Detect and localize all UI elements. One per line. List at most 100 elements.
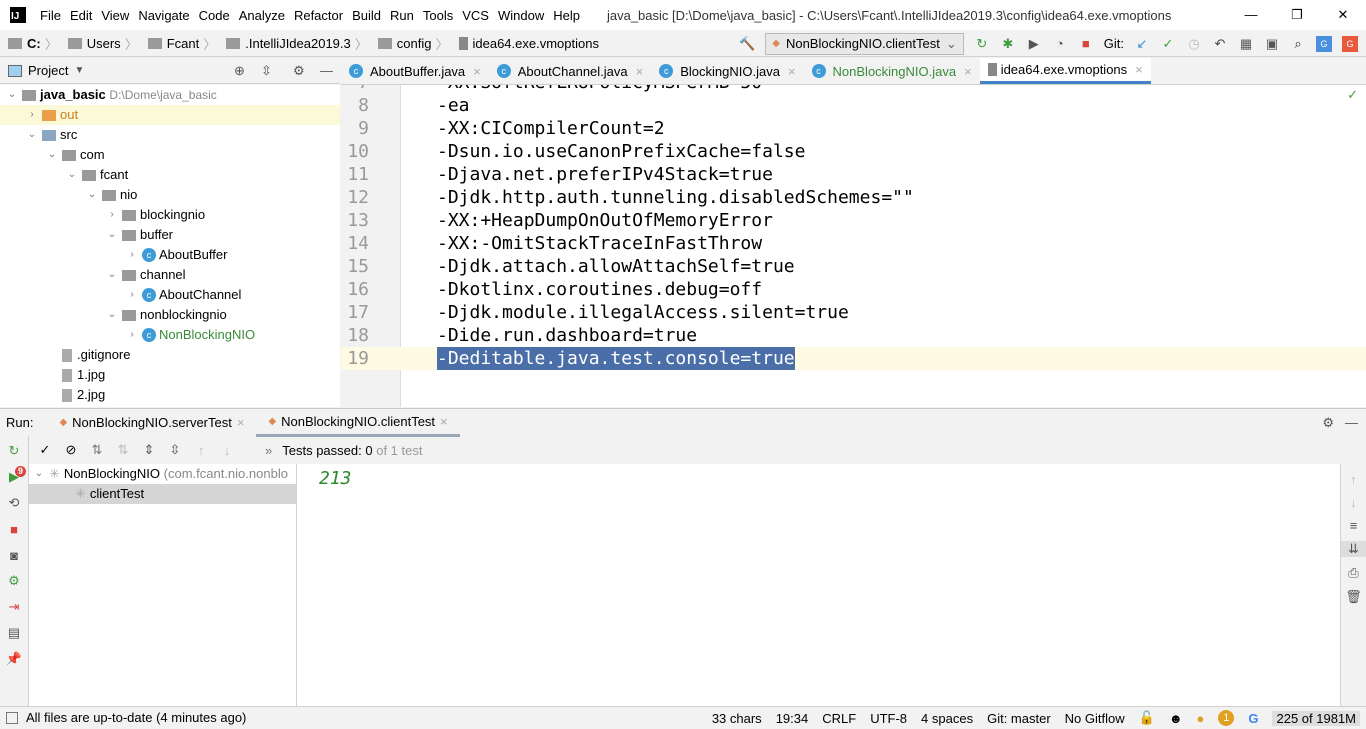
tree-item[interactable]: 2.jpg <box>0 385 340 405</box>
soft-wrap-icon[interactable]: ≡ <box>1341 518 1366 533</box>
caret-position[interactable]: 19:34 <box>776 711 809 726</box>
breadcrumb-item[interactable]: .IntelliJIdea2019.3 〉 <box>226 34 372 53</box>
menu-item-refactor[interactable]: Refactor <box>294 8 343 23</box>
tree-item[interactable]: › c NonBlockingNIO <box>0 325 340 345</box>
previous-icon[interactable]: ↑ <box>193 442 209 458</box>
minimize-button[interactable]: — <box>1228 0 1274 30</box>
run-tab[interactable]: ◆ NonBlockingNIO.serverTest × <box>47 409 256 437</box>
tab-nonblockingnio-java[interactable]: c NonBlockingNIO.java × <box>804 58 980 84</box>
memory-indicator[interactable]: 225 of 1981M <box>1272 710 1360 726</box>
breadcrumb-item[interactable]: config 〉 <box>377 34 453 53</box>
encoding[interactable]: UTF-8 <box>870 711 907 726</box>
project-view-select[interactable]: Project <box>28 63 68 78</box>
menu-item-view[interactable]: View <box>101 8 129 23</box>
run-config-select[interactable]: ◆ NonBlockingNIO.clientTest ⌄ <box>765 32 964 55</box>
rerun-failed-icon[interactable]: ▶ 9 <box>6 466 26 485</box>
print-icon[interactable]: ⎙ <box>1341 565 1366 581</box>
tree-item[interactable]: ⌄ nio <box>0 185 340 205</box>
tree-item[interactable]: ⌄ channel <box>0 265 340 285</box>
test-case[interactable]: ✳ clientTest <box>29 484 296 504</box>
rerun-icon[interactable]: ↻ <box>974 36 990 52</box>
sort-duration-icon[interactable]: ⇅ <box>115 442 131 458</box>
exit-icon[interactable]: ⇥ <box>6 599 22 615</box>
terminal-icon[interactable]: ▣ <box>1264 36 1280 52</box>
coverage-icon[interactable]: ▶ <box>1026 36 1042 52</box>
tree-item[interactable]: ⌄ nonblockingnio <box>0 305 340 325</box>
tree-item[interactable]: › out <box>0 105 340 125</box>
tree-item[interactable]: › blockingnio <box>0 205 340 225</box>
hide-icon[interactable]: — <box>1345 415 1358 430</box>
tab-blockingnio-java[interactable]: c BlockingNIO.java × <box>651 58 803 84</box>
toggle-auto-test-icon[interactable]: ⟲ <box>6 495 22 511</box>
down-icon[interactable]: ↓ <box>1341 495 1366 510</box>
menu-item-help[interactable]: Help <box>553 8 580 23</box>
stop-icon[interactable]: ■ <box>6 521 22 537</box>
breadcrumb-item[interactable]: C: 〉 <box>8 34 62 53</box>
collapse-all-icon[interactable]: ⇳ <box>261 63 272 79</box>
tree-item[interactable]: ⌄ buffer <box>0 225 340 245</box>
more-icon[interactable]: » <box>265 443 272 458</box>
locate-icon[interactable]: ⊕ <box>234 63 245 79</box>
menu-item-code[interactable]: Code <box>199 8 230 23</box>
revert-icon[interactable]: ↶ <box>1212 36 1228 52</box>
tree-item[interactable]: ⌄ com <box>0 145 340 165</box>
tree-item[interactable]: › c AboutChannel <box>0 285 340 305</box>
inspector-icon[interactable]: ☻ <box>1169 711 1183 726</box>
history-icon[interactable]: ◷ <box>1186 36 1202 52</box>
breadcrumb-item[interactable]: Fcant 〉 <box>147 34 221 53</box>
chevron-down-icon[interactable]: ⌄ <box>6 85 18 105</box>
translate-alt-icon[interactable]: G <box>1342 35 1358 52</box>
chevron-right-icon[interactable]: › <box>106 205 118 225</box>
close-tab-icon[interactable]: × <box>788 64 796 79</box>
chevron-right-icon[interactable]: › <box>126 325 138 345</box>
gear-icon[interactable]: ⚙ <box>293 63 305 79</box>
search-icon[interactable]: ⌕ <box>1290 36 1306 52</box>
git-branch[interactable]: Git: master <box>987 711 1051 726</box>
hide-icon[interactable]: — <box>320 63 333 78</box>
notifications-badge[interactable]: 1 <box>1218 710 1235 726</box>
chevron-down-icon[interactable]: ⌄ <box>106 225 118 245</box>
lock-icon[interactable]: 🔓 <box>1139 710 1155 726</box>
next-icon[interactable]: ↓ <box>219 442 235 458</box>
test-suite[interactable]: ⌄ ✳ NonBlockingNIO (com.fcant.nio.nonblo <box>29 464 296 484</box>
tree-item[interactable]: .gitignore <box>0 345 340 365</box>
tab-aboutchannel-java[interactable]: c AboutChannel.java × <box>489 58 651 84</box>
close-tab-icon[interactable]: × <box>964 64 972 79</box>
close-tab-icon[interactable]: × <box>473 64 481 79</box>
chevron-down-icon[interactable]: ⌄ <box>26 125 38 145</box>
maximize-button[interactable]: ❐ <box>1274 0 1320 30</box>
gitflow[interactable]: No Gitflow <box>1065 711 1125 726</box>
toggle-tool-windows-icon[interactable] <box>6 711 18 724</box>
line-separator[interactable]: CRLF <box>822 711 856 726</box>
git-update-icon[interactable]: ↙ <box>1134 36 1150 52</box>
rerun-icon[interactable]: ↻ <box>6 443 22 459</box>
expand-all-icon[interactable]: ⇕ <box>141 442 157 458</box>
project-structure-icon[interactable]: ▦ <box>1238 36 1254 52</box>
show-ignored-icon[interactable]: ⊘ <box>63 442 79 458</box>
chevron-down-icon[interactable]: ⌄ <box>66 165 78 185</box>
chevron-right-icon[interactable]: › <box>26 105 38 125</box>
menu-item-file[interactable]: File <box>40 8 61 23</box>
camera-icon[interactable]: ◙ <box>6 547 22 563</box>
pin-icon[interactable]: 📌 <box>6 651 22 667</box>
console-output[interactable]: 213 <box>297 464 1340 706</box>
menu-item-build[interactable]: Build <box>352 8 381 23</box>
debug-icon[interactable]: ✱ <box>1000 36 1016 52</box>
menu-item-edit[interactable]: Edit <box>70 8 92 23</box>
chevron-down-icon[interactable]: ⌄ <box>46 145 58 165</box>
editor[interactable]: ✓ 7-XX:SoftRefLRUPolicyMSPerMB=508-ea9-X… <box>341 85 1366 407</box>
gear-icon[interactable]: ⚙ <box>1322 415 1334 431</box>
stop-icon[interactable]: ■ <box>1078 36 1094 52</box>
tree-item[interactable]: ⌄ fcant <box>0 165 340 185</box>
google-icon[interactable]: G <box>1248 711 1258 726</box>
translate-icon[interactable]: G <box>1316 35 1332 52</box>
chevron-down-icon[interactable]: ⌄ <box>106 265 118 285</box>
tree-item[interactable]: › c AboutBuffer <box>0 245 340 265</box>
breadcrumb-item[interactable]: Users 〉 <box>67 34 142 53</box>
menu-item-analyze[interactable]: Analyze <box>239 8 285 23</box>
git-commit-icon[interactable]: ✓ <box>1160 36 1176 52</box>
trash-icon[interactable]: 🗑 <box>1341 589 1366 605</box>
chevron-down-icon[interactable]: ⌄ <box>106 305 118 325</box>
collapse-all-icon[interactable]: ⇳ <box>167 442 183 458</box>
close-button[interactable]: ✕ <box>1320 0 1366 30</box>
